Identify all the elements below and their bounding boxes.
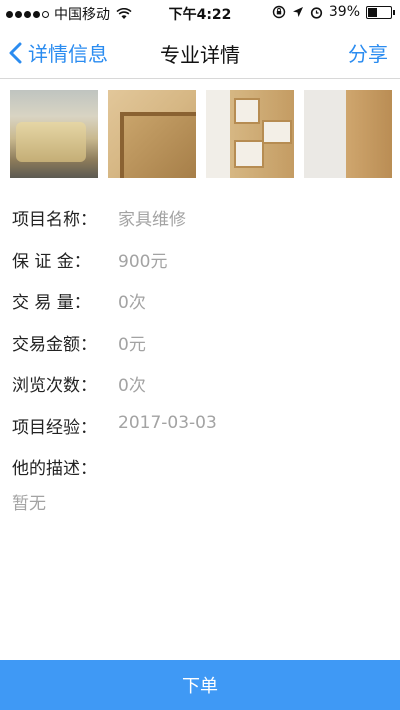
- detail-row-experience: 项目经验： 2017-03-03: [12, 413, 392, 455]
- back-button[interactable]: 详情信息: [8, 38, 108, 67]
- alarm-clock-icon: [310, 6, 322, 19]
- detail-row-project-name: 项目名称： 家具维修: [12, 205, 392, 247]
- detail-row-transactions: 交 易 量： 0次: [12, 288, 392, 330]
- sofa-photo[interactable]: [10, 90, 98, 178]
- detail-value: 2017-03-03: [118, 412, 217, 433]
- board-photo[interactable]: [304, 90, 392, 178]
- detail-label: 浏览次数：: [12, 376, 97, 396]
- detail-row-deposit: 保 证 金： 900元: [12, 247, 392, 289]
- share-button[interactable]: 分享: [348, 38, 388, 67]
- detail-label: 项目名称：: [12, 210, 97, 230]
- navigation-bar: 详情信息 专业详情 分享: [0, 26, 400, 79]
- detail-label: 交 易 量：: [12, 293, 91, 313]
- detail-row-views: 浏览次数： 0次: [12, 371, 392, 413]
- photo-gallery: [10, 90, 400, 178]
- status-right: 39%: [272, 4, 395, 20]
- battery-percent: 39%: [328, 4, 360, 20]
- detail-list: 项目名称： 家具维修 保 证 金： 900元 交 易 量： 0次 交易金额： 0…: [12, 205, 392, 514]
- detail-label: 保 证 金：: [12, 251, 91, 272]
- battery-level: [368, 7, 378, 17]
- screen: 中国移动 下午4:22 39% 详情信息 专业详情 分享 项目名称： 家具维修 …: [0, 0, 400, 710]
- cabinet-corner-photo[interactable]: [108, 90, 196, 178]
- detail-value: 0次: [118, 293, 146, 313]
- description-text: 暂无: [12, 494, 46, 514]
- order-button[interactable]: 下单: [0, 660, 400, 710]
- battery-icon: [366, 5, 395, 19]
- detail-value: 家具维修: [118, 210, 186, 230]
- detail-label: 交易金额：: [12, 334, 97, 355]
- status-bar: 中国移动 下午4:22 39%: [0, 0, 400, 26]
- detail-value: 0次: [118, 376, 146, 396]
- bookshelf-photo[interactable]: [206, 90, 294, 178]
- detail-row-transaction-amount: 交易金额： 0元: [12, 330, 392, 372]
- chevron-left-icon: [9, 42, 22, 63]
- detail-value: 900元: [118, 251, 168, 272]
- orientation-lock-icon: [272, 5, 286, 19]
- back-button-label: 详情信息: [28, 42, 108, 66]
- detail-value: 0元: [118, 334, 146, 355]
- location-arrow-icon: [292, 7, 303, 17]
- description-label: 他的描述：: [12, 459, 97, 479]
- detail-label: 项目经验：: [12, 417, 97, 438]
